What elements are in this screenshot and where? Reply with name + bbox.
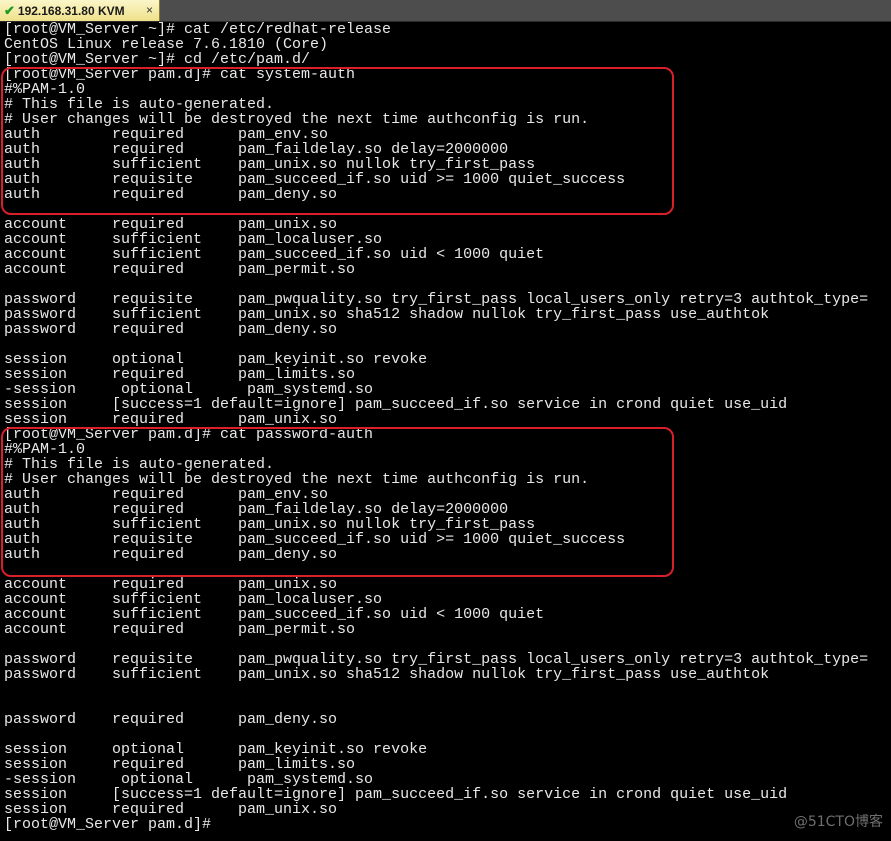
terminal-line: [root@VM_Server pam.d]# cat system-auth bbox=[4, 66, 356, 83]
terminal-line: -session optional pam_systemd.so bbox=[4, 381, 374, 398]
terminal-line: password required pam_deny.so bbox=[4, 321, 338, 338]
terminal-line: [root@VM_Server pam.d]# bbox=[4, 816, 221, 833]
terminal-line: auth sufficient pam_unix.so nullok try_f… bbox=[4, 516, 536, 533]
terminal-line: # This file is auto-generated. bbox=[4, 96, 275, 113]
terminal-line: session [success=1 default=ignore] pam_s… bbox=[4, 396, 788, 413]
terminal-line: session required pam_unix.so bbox=[4, 801, 338, 818]
terminal-line: #%PAM-1.0 bbox=[4, 441, 86, 458]
terminal-line: auth required pam_faildelay.so delay=200… bbox=[4, 501, 509, 518]
terminal-line: account required pam_unix.so bbox=[4, 216, 338, 233]
terminal-line: password required pam_deny.so bbox=[4, 711, 338, 728]
terminal-line: session optional pam_keyinit.so revoke bbox=[4, 741, 428, 758]
terminal-line: account required pam_permit.so bbox=[4, 261, 356, 278]
terminal-line: account sufficient pam_localuser.so bbox=[4, 231, 383, 248]
close-tab-icon[interactable]: × bbox=[146, 0, 153, 21]
terminal-line: session required pam_limits.so bbox=[4, 366, 356, 383]
terminal-line: session required pam_limits.so bbox=[4, 756, 356, 773]
terminal-line: auth required pam_faildelay.so delay=200… bbox=[4, 141, 509, 158]
terminal-output[interactable]: [root@VM_Server ~]# cat /etc/redhat-rele… bbox=[4, 22, 890, 840]
terminal-line: # User changes will be destroyed the nex… bbox=[4, 471, 590, 488]
terminal-line: account required pam_permit.so bbox=[4, 621, 356, 638]
session-tab[interactable]: ✔ 192.168.31.80 KVM × bbox=[0, 0, 160, 21]
terminal-line: auth required pam_deny.so bbox=[4, 186, 338, 203]
terminal-line: auth required pam_env.so bbox=[4, 486, 329, 503]
terminal-line: session required pam_unix.so bbox=[4, 411, 338, 428]
terminal-line: password sufficient pam_unix.so sha512 s… bbox=[4, 666, 770, 683]
terminal-line: account sufficient pam_localuser.so bbox=[4, 591, 383, 608]
tab-bar: ✔ 192.168.31.80 KVM × bbox=[0, 0, 891, 22]
terminal-line: # User changes will be destroyed the nex… bbox=[4, 111, 590, 128]
terminal-line: # This file is auto-generated. bbox=[4, 456, 275, 473]
terminal-line: [root@VM_Server ~]# cd /etc/pam.d/ bbox=[4, 51, 311, 68]
terminal-line: auth required pam_env.so bbox=[4, 126, 329, 143]
terminal-window: ✔ 192.168.31.80 KVM × [root@VM_Server ~]#… bbox=[0, 0, 891, 841]
terminal-line: session [success=1 default=ignore] pam_s… bbox=[4, 786, 788, 803]
terminal-line: [root@VM_Server pam.d]# cat password-aut… bbox=[4, 426, 374, 443]
terminal-line: auth required pam_deny.so bbox=[4, 546, 338, 563]
terminal-line: auth requisite pam_succeed_if.so uid >= … bbox=[4, 171, 626, 188]
terminal-line: #%PAM-1.0 bbox=[4, 81, 86, 98]
terminal-line: [root@VM_Server ~]# cat /etc/redhat-rele… bbox=[4, 22, 392, 38]
terminal-line: account sufficient pam_succeed_if.so uid… bbox=[4, 606, 545, 623]
watermark: @51CTO博客 bbox=[793, 814, 883, 830]
session-tab-title: 192.168.31.80 KVM bbox=[17, 4, 125, 18]
terminal-line: -session optional pam_systemd.so bbox=[4, 771, 374, 788]
terminal-line: auth sufficient pam_unix.so nullok try_f… bbox=[4, 156, 536, 173]
terminal-line: password requisite pam_pwquality.so try_… bbox=[4, 651, 869, 668]
terminal-line: password requisite pam_pwquality.so try_… bbox=[4, 291, 869, 308]
terminal-line: account required pam_unix.so bbox=[4, 576, 338, 593]
connected-check-icon: ✔ bbox=[4, 3, 15, 18]
terminal-line: account sufficient pam_succeed_if.so uid… bbox=[4, 246, 545, 263]
terminal-line: auth requisite pam_succeed_if.so uid >= … bbox=[4, 531, 626, 548]
terminal-line: password sufficient pam_unix.so sha512 s… bbox=[4, 306, 770, 323]
terminal-line: session optional pam_keyinit.so revoke bbox=[4, 351, 428, 368]
terminal-line: CentOS Linux release 7.6.1810 (Core) bbox=[4, 36, 329, 53]
